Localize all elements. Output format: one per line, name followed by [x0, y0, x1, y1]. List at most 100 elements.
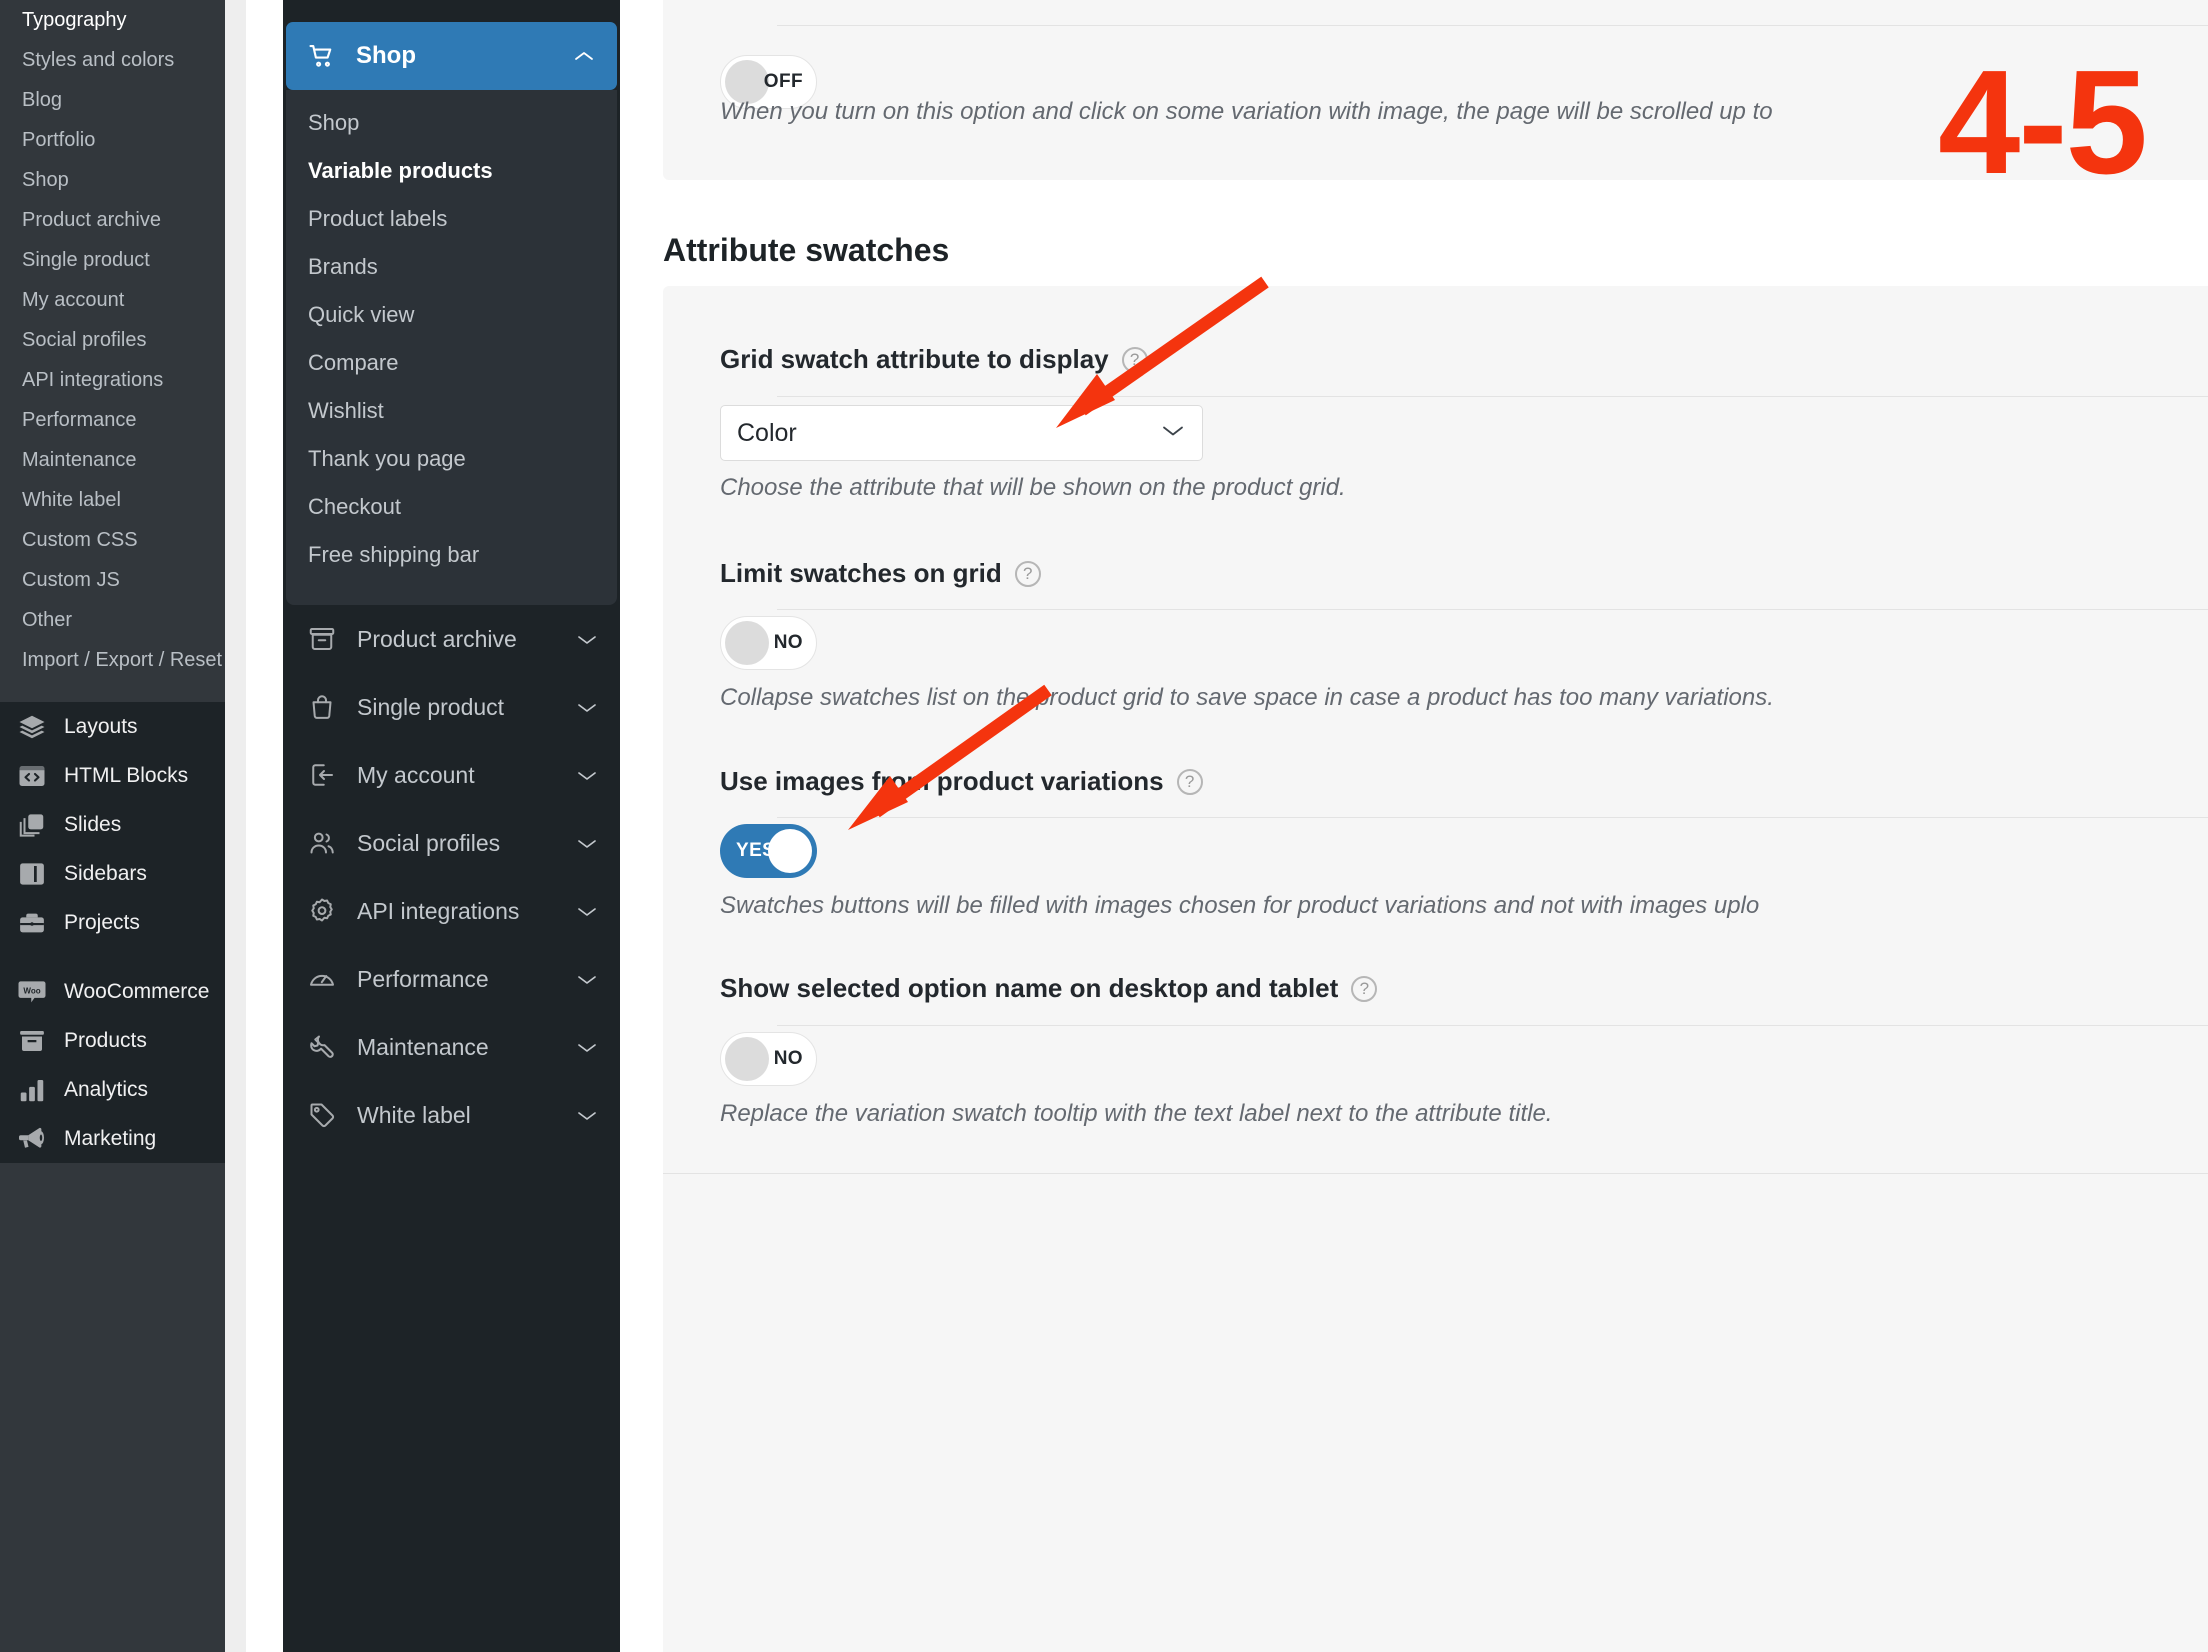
sidebar-item-label: HTML Blocks [64, 763, 189, 787]
sidebar-subitem-product-archive[interactable]: Product archive [0, 200, 225, 240]
sidebar-subitem-white-label[interactable]: White label [0, 480, 225, 520]
briefcase-icon [14, 908, 50, 938]
submenu-item-product-labels[interactable]: Product labels [286, 195, 617, 243]
sidebar-item-analytics[interactable]: Analytics [0, 1065, 225, 1114]
sidebar-item-label: Sidebars [64, 861, 147, 885]
help-icon[interactable]: ? [1176, 768, 1203, 795]
sidebar-item-slides[interactable]: Slides [0, 800, 225, 849]
chevron-down-icon[interactable] [576, 1034, 598, 1061]
use-images-toggle[interactable]: YES [720, 824, 817, 878]
slides-icon [14, 810, 50, 840]
section-title-attribute-swatches: Attribute swatches [663, 232, 950, 268]
sidebar-item-label: Projects [64, 910, 140, 934]
limit-swatches-label: Limit swatches on grid ? [720, 558, 1041, 589]
use-images-help: Swatches buttons will be filled with ima… [720, 892, 1760, 919]
submenu-item-brands[interactable]: Brands [286, 243, 617, 291]
submenu-item-quick-view[interactable]: Quick view [286, 291, 617, 339]
sidebar-subitem-single-product[interactable]: Single product [0, 240, 225, 280]
chevron-down-icon[interactable] [576, 626, 598, 653]
sidebar-subitem-performance[interactable]: Performance [0, 400, 225, 440]
chevron-up-icon[interactable] [573, 42, 595, 70]
show-option-name-toggle[interactable]: NO [720, 1032, 817, 1086]
sidebar-subitem-api-integrations[interactable]: API integrations [0, 360, 225, 400]
submenu-item-free-shipping-bar[interactable]: Free shipping bar [286, 531, 617, 579]
help-icon[interactable]: ? [1351, 975, 1378, 1002]
woo-icon: Woo [14, 977, 50, 1007]
submenu-item-variable-products[interactable]: Variable products [286, 147, 617, 195]
panel-top-spacer [283, 0, 620, 22]
limit-swatches-help: Collapse swatches list on the product gr… [720, 684, 1774, 711]
sidebar-subitem-styles-and-colors[interactable]: Styles and colors [0, 40, 225, 80]
sidebar-subitem-blog[interactable]: Blog [0, 80, 225, 120]
chevron-down-icon[interactable] [576, 966, 598, 993]
toggle-knob [725, 621, 769, 665]
svg-text:Woo: Woo [23, 986, 40, 995]
sidebar-subitem-import-export-reset[interactable]: Import / Export / Reset [0, 640, 225, 680]
field-divider [777, 1025, 2208, 1026]
nav-section-performance[interactable]: Performance [283, 945, 620, 1013]
sidebar-item-html-blocks[interactable]: HTML Blocks [0, 751, 225, 800]
chevron-down-icon[interactable] [576, 762, 598, 789]
submenu-item-checkout[interactable]: Checkout [286, 483, 617, 531]
chevron-down-icon[interactable] [576, 898, 598, 925]
chevron-down-icon[interactable] [1160, 423, 1186, 444]
submenu-item-thank-you-page[interactable]: Thank you page [286, 435, 617, 483]
sidebar-item-woocommerce[interactable]: Woo WooCommerce [0, 967, 225, 1016]
field-label-text: Grid swatch attribute to display [720, 344, 1109, 374]
shop-submenu: Shop Variable products Product labels Brand… [286, 90, 617, 605]
submenu-item-wishlist[interactable]: Wishlist [286, 387, 617, 435]
nav-section-product-archive[interactable]: Product archive [283, 605, 620, 673]
submenu-item-compare[interactable]: Compare [286, 339, 617, 387]
nav-collapsed-sections: Product archive Single product My account S… [283, 605, 620, 1149]
chevron-down-icon[interactable] [576, 830, 598, 857]
sidebar-subitem-social-profiles[interactable]: Social profiles [0, 320, 225, 360]
toggle-state-label: OFF [763, 71, 803, 92]
menu-group-separator [0, 947, 225, 967]
chevron-down-icon[interactable] [576, 694, 598, 721]
help-icon[interactable]: ? [1014, 560, 1041, 587]
sidebar-item-sidebars[interactable]: Sidebars [0, 849, 225, 898]
sidebar-subitem-typography[interactable]: Typography [0, 0, 225, 40]
field-divider [777, 396, 2208, 397]
nav-section-white-label[interactable]: White label [283, 1081, 620, 1149]
field-divider [777, 817, 2208, 818]
sidebar-subitem-custom-css[interactable]: Custom CSS [0, 520, 225, 560]
chevron-down-icon[interactable] [576, 1102, 598, 1129]
nav-section-my-account[interactable]: My account [283, 741, 620, 809]
sidebar-subitem-maintenance[interactable]: Maintenance [0, 440, 225, 480]
limit-swatches-toggle[interactable]: NO [720, 616, 817, 670]
settings-card-attribute-swatches: Grid swatch attribute to display ? Color… [663, 286, 2208, 1652]
help-icon[interactable]: ? [1121, 346, 1148, 373]
archive-icon [305, 624, 339, 654]
gutter-strip [225, 0, 246, 1652]
nav-section-single-product[interactable]: Single product [283, 673, 620, 741]
sidebar-item-label: Layouts [64, 714, 138, 738]
nav-item-shop-active[interactable]: Shop [286, 22, 617, 90]
main-content: OFF When you turn on this option and cli… [620, 0, 2208, 1652]
sidebar-subitem-custom-js[interactable]: Custom JS [0, 560, 225, 600]
sidebar-subitem-shop[interactable]: Shop [0, 160, 225, 200]
nav-section-label: My account [357, 761, 475, 788]
nav-section-api-integrations[interactable]: API integrations [283, 877, 620, 945]
nav-section-social-profiles[interactable]: Social profiles [283, 809, 620, 877]
sidebar-item-marketing[interactable]: Marketing [0, 1114, 225, 1163]
gear-icon [305, 896, 339, 926]
sidebar-item-products[interactable]: Products [0, 1016, 225, 1065]
nav-item-shop-label: Shop [356, 42, 416, 69]
wp-admin-sidebar: Typography Styles and colors Blog Portfolio… [0, 0, 225, 1652]
nav-section-label: Social profiles [357, 829, 501, 856]
grid-swatch-attribute-select[interactable]: Color [720, 405, 1203, 461]
nav-section-maintenance[interactable]: Maintenance [283, 1013, 620, 1081]
gauge-icon [305, 964, 339, 994]
sidebar-item-projects[interactable]: Projects [0, 898, 225, 947]
theme-options-submenu: Typography Styles and colors Blog Portfolio… [0, 0, 225, 680]
sidebar-subitem-other[interactable]: Other [0, 600, 225, 640]
sidebar-divider [0, 680, 225, 702]
submenu-item-shop[interactable]: Shop [286, 99, 617, 147]
sidebar-subitem-portfolio[interactable]: Portfolio [0, 120, 225, 160]
sidebar-subitem-my-account[interactable]: My account [0, 280, 225, 320]
sidebar-item-layouts[interactable]: Layouts [0, 702, 225, 751]
megaphone-icon [14, 1124, 50, 1154]
nav-section-label: Product archive [357, 625, 517, 652]
analytics-bars-icon [14, 1075, 50, 1105]
